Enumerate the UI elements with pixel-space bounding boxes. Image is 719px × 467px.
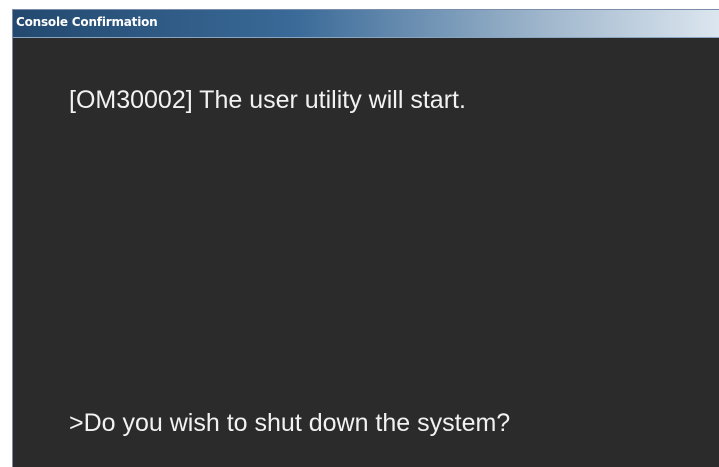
window-titlebar[interactable]: Console Confirmation (13, 10, 719, 38)
console-area: [OM30002] The user utility will start. >… (13, 38, 719, 467)
window-title: Console Confirmation (16, 15, 158, 29)
console-message: [OM30002] The user utility will start. (69, 86, 466, 114)
console-confirmation-window: Console Confirmation [OM30002] The user … (12, 9, 719, 467)
console-prompt: >Do you wish to shut down the system? (69, 409, 511, 437)
